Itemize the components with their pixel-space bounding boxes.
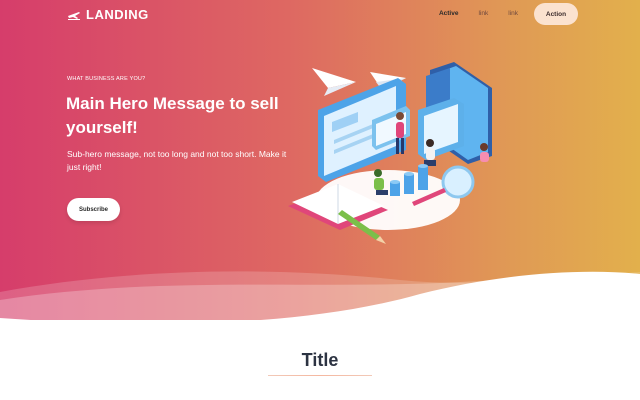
- plane-icon: [68, 12, 80, 20]
- brand-logo[interactable]: LANDING: [67, 7, 149, 23]
- hero-wave-divider: [0, 271, 640, 320]
- nav-links: Active link link Action: [429, 3, 578, 25]
- brand-name: LANDING: [86, 7, 149, 22]
- nav-link-2[interactable]: link: [468, 3, 498, 25]
- top-navbar: LANDING Active link link Action: [0, 0, 640, 30]
- hero-headline: Main Hero Message to sell yourself!: [66, 94, 279, 137]
- hero-eyebrow: WHAT BUSINESS ARE YOU?: [67, 76, 146, 82]
- hero-section: LANDING Active link link Action WHAT BUS…: [0, 0, 640, 320]
- isometric-workspace-illustration: [288, 62, 492, 244]
- nav-link-active[interactable]: Active: [429, 3, 469, 25]
- section-title: Title: [301, 350, 339, 370]
- hero-subtext: Sub-hero message, not too long and not t…: [67, 149, 287, 172]
- nav-link-3[interactable]: link: [498, 3, 528, 25]
- subscribe-button[interactable]: Subscribe: [67, 198, 120, 221]
- action-button[interactable]: Action: [534, 3, 578, 25]
- title-underline: [268, 375, 372, 376]
